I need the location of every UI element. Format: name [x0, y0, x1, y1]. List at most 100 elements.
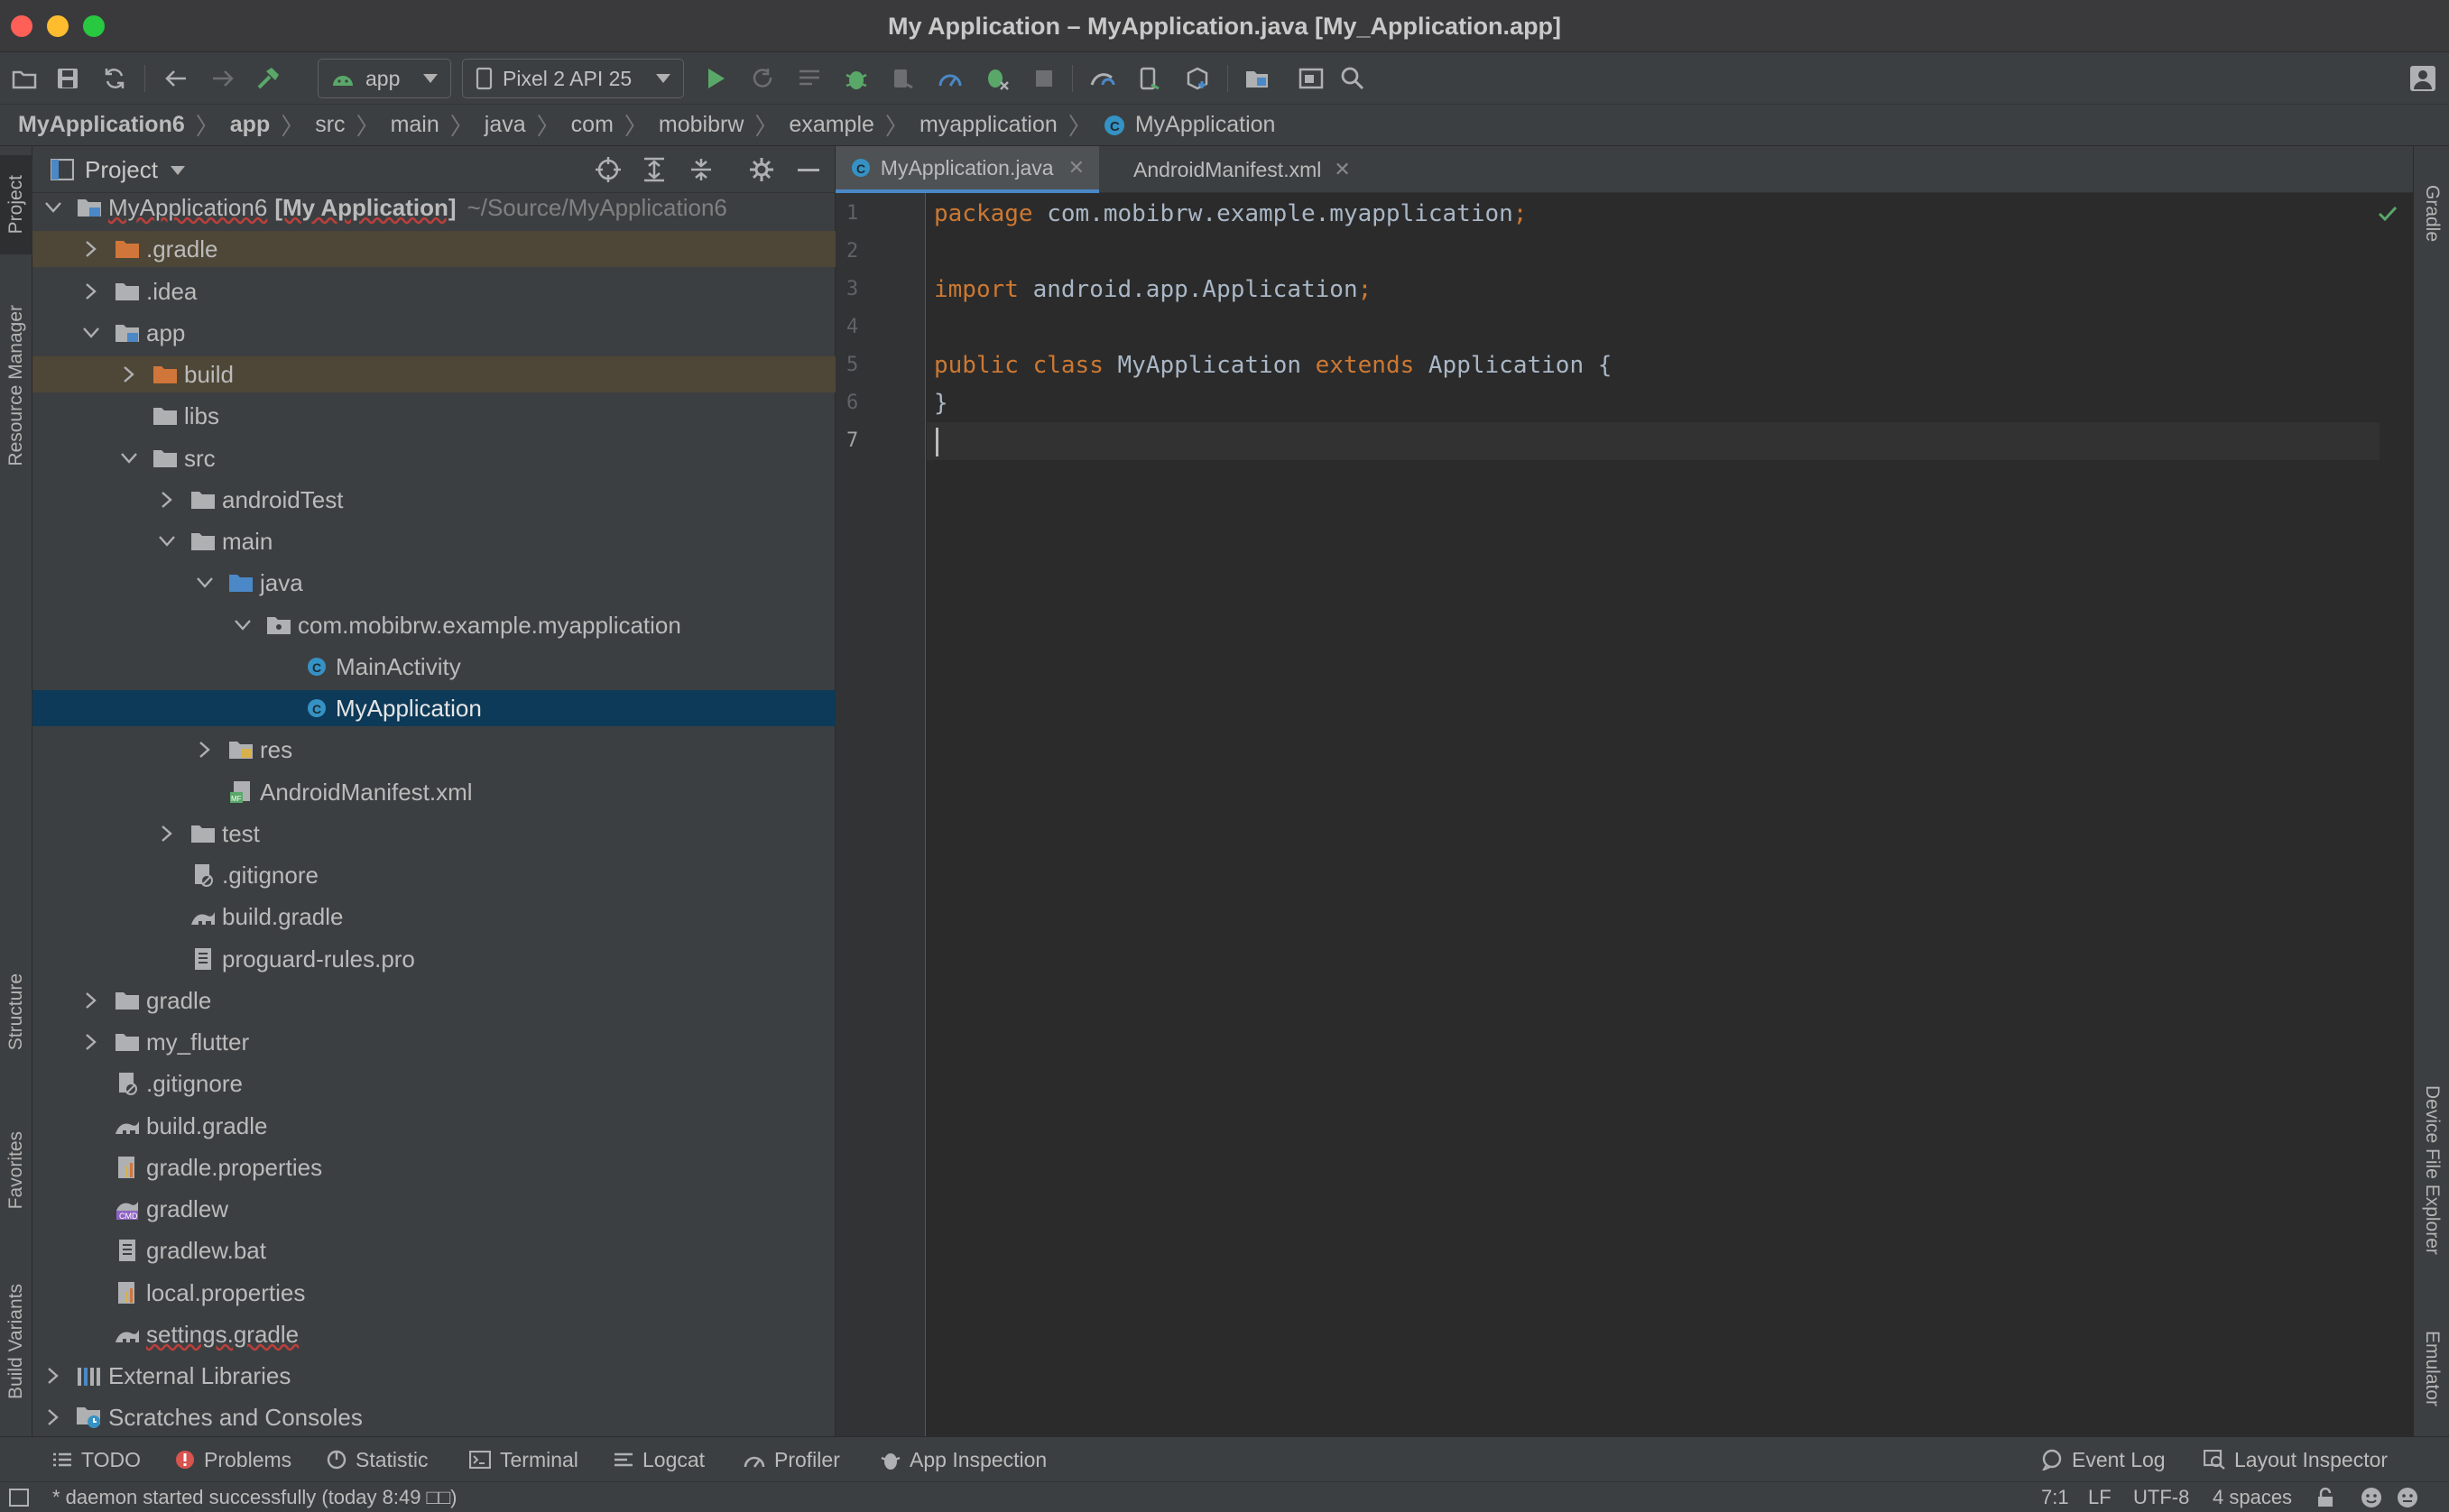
tool-tab-structure[interactable]: Structure: [0, 949, 32, 1075]
tree-item-gradle-cache[interactable]: .gradle: [32, 231, 836, 267]
chevron-right-icon[interactable]: [81, 239, 101, 259]
expand-all-icon[interactable]: [642, 157, 666, 182]
tree-item-gradlew[interactable]: CMD gradlew: [32, 1191, 836, 1227]
tool-tab-emulator[interactable]: Emulator: [2414, 1310, 2449, 1427]
chevron-right-icon[interactable]: [81, 281, 101, 301]
chevron-right-icon[interactable]: [157, 490, 177, 510]
tool-tab-logcat[interactable]: Logcat: [614, 1437, 705, 1482]
breadcrumb-item[interactable]: myapplication: [920, 112, 1058, 138]
close-tab-icon[interactable]: ✕: [1068, 156, 1085, 180]
forward-arrow-icon[interactable]: [208, 63, 238, 94]
tree-item-src[interactable]: src: [32, 440, 836, 476]
run-icon[interactable]: [700, 63, 731, 94]
tree-item-gradlew-bat[interactable]: gradlew.bat: [32, 1232, 836, 1268]
code-editor[interactable]: package com.mobibrw.example.myapplicatio…: [927, 193, 2413, 1436]
tool-tab-build-variants[interactable]: Build Variants: [0, 1256, 32, 1427]
tree-item-test[interactable]: test: [32, 816, 836, 852]
apply-code-changes-icon[interactable]: [794, 63, 825, 94]
gear-icon[interactable]: [749, 157, 774, 182]
breadcrumb-item[interactable]: mobibrw: [659, 112, 744, 138]
chevron-right-icon[interactable]: [119, 364, 139, 384]
sync-icon[interactable]: [99, 63, 130, 94]
tree-item-app[interactable]: app: [32, 315, 836, 351]
tree-item-app-build-gradle[interactable]: build.gradle: [32, 899, 836, 935]
project-structure-icon[interactable]: [1242, 63, 1272, 94]
breadcrumb-item[interactable]: example: [789, 112, 874, 138]
caret-position[interactable]: 7:1: [2041, 1486, 2069, 1509]
breadcrumb-item[interactable]: java: [485, 112, 526, 138]
file-encoding[interactable]: UTF-8: [2133, 1486, 2189, 1509]
tree-item-androidmanifest[interactable]: MF AndroidManifest.xml: [32, 774, 836, 810]
account-icon[interactable]: [2407, 63, 2438, 94]
breadcrumb-item[interactable]: main: [391, 112, 439, 138]
tree-item-libs[interactable]: libs: [32, 398, 836, 434]
editor-tab-myapplication-java[interactable]: C MyApplication.java ✕: [836, 146, 1099, 193]
tool-tab-terminal[interactable]: Terminal: [469, 1437, 578, 1482]
chevron-right-icon[interactable]: [195, 740, 215, 760]
tree-item-app-gitignore[interactable]: .gitignore: [32, 857, 836, 893]
chevron-down-icon[interactable]: [43, 198, 63, 217]
tree-item-mainactivity[interactable]: C MainActivity: [32, 649, 836, 685]
open-folder-icon[interactable]: [9, 63, 40, 94]
editor-tab-androidmanifest-xml[interactable]: MF AndroidManifest.xml ✕: [1110, 146, 1363, 193]
tool-tab-favorites[interactable]: Favorites: [0, 1102, 32, 1238]
tree-item-package[interactable]: com.mobibrw.example.myapplication: [32, 607, 836, 643]
tool-tab-project[interactable]: Project: [0, 155, 32, 254]
chevron-right-icon[interactable]: [81, 1032, 101, 1052]
tree-item-idea[interactable]: .idea: [32, 273, 836, 309]
save-icon[interactable]: [52, 63, 83, 94]
tree-item-external-libraries[interactable]: External Libraries: [32, 1358, 836, 1394]
sync-gradle-icon[interactable]: [1088, 63, 1119, 94]
feedback-icon[interactable]: [2397, 1487, 2418, 1508]
project-view-selector[interactable]: Project: [85, 156, 185, 184]
run-config-selector[interactable]: app: [318, 59, 451, 98]
tree-item-build[interactable]: build: [32, 356, 836, 392]
breadcrumb-item[interactable]: app: [230, 112, 270, 138]
tool-tab-problems[interactable]: Problems: [175, 1437, 291, 1482]
sdk-manager-icon[interactable]: [1182, 63, 1213, 94]
tree-item-root-project[interactable]: MyApplication6 [My Application] ~/Source/M…: [32, 189, 836, 226]
breadcrumb-item[interactable]: com: [571, 112, 614, 138]
tool-tab-profiler[interactable]: Profiler: [744, 1437, 840, 1482]
chevron-right-icon[interactable]: [157, 824, 177, 844]
tool-tab-layout-inspector[interactable]: Layout Inspector: [2204, 1437, 2388, 1482]
chevron-right-icon[interactable]: [81, 991, 101, 1010]
debug-icon[interactable]: [841, 63, 872, 94]
tree-item-java[interactable]: java: [32, 565, 836, 601]
profile-icon[interactable]: [935, 63, 966, 94]
line-separator[interactable]: LF: [2088, 1486, 2112, 1509]
build-hammer-icon[interactable]: [253, 63, 283, 94]
breadcrumb-item[interactable]: MyApplication: [1135, 112, 1276, 138]
stop-icon[interactable]: [1029, 63, 1059, 94]
tree-item-gradle-properties[interactable]: gradle.properties: [32, 1149, 836, 1185]
apply-changes-icon[interactable]: [747, 63, 778, 94]
device-selector[interactable]: Pixel 2 API 25: [462, 59, 684, 98]
tree-item-settings-gradle[interactable]: settings.gradle: [32, 1316, 836, 1352]
tool-tab-device-file-explorer[interactable]: Device File Explorer: [2414, 1057, 2449, 1283]
tree-item-androidtest[interactable]: androidTest: [32, 482, 836, 518]
tool-tab-todo[interactable]: TODO: [52, 1437, 141, 1482]
lock-icon[interactable]: [2315, 1488, 2335, 1507]
chevron-right-icon[interactable]: [43, 1407, 63, 1427]
chevron-down-icon[interactable]: [119, 448, 139, 468]
close-tab-icon[interactable]: ✕: [1334, 158, 1350, 181]
breadcrumb-item[interactable]: src: [315, 112, 345, 138]
no-problems-check-icon[interactable]: [2378, 206, 2398, 222]
chevron-down-icon[interactable]: [233, 615, 253, 635]
chevron-down-icon[interactable]: [157, 531, 177, 551]
chevron-down-icon[interactable]: [195, 573, 215, 593]
breadcrumb-item[interactable]: MyApplication6: [18, 112, 185, 138]
attach-debugger-icon[interactable]: [888, 63, 919, 94]
collapse-all-icon[interactable]: [689, 157, 713, 182]
tree-item-proguard-rules[interactable]: proguard-rules.pro: [32, 941, 836, 977]
tool-windows-toggle-icon[interactable]: [9, 1489, 29, 1507]
device-manager-icon[interactable]: [1296, 63, 1326, 94]
tool-tab-statistic[interactable]: Statistic: [327, 1437, 429, 1482]
tool-tab-event-log[interactable]: Event Log: [2041, 1437, 2166, 1482]
attach-debugger-process-icon[interactable]: [982, 63, 1012, 94]
tool-tab-app-inspection[interactable]: App Inspection: [881, 1437, 1047, 1482]
tree-item-gradle-folder[interactable]: gradle: [32, 982, 836, 1019]
hide-panel-icon[interactable]: [798, 169, 819, 171]
locate-file-icon[interactable]: [596, 157, 621, 182]
tree-item-gitignore[interactable]: .gitignore: [32, 1065, 836, 1102]
